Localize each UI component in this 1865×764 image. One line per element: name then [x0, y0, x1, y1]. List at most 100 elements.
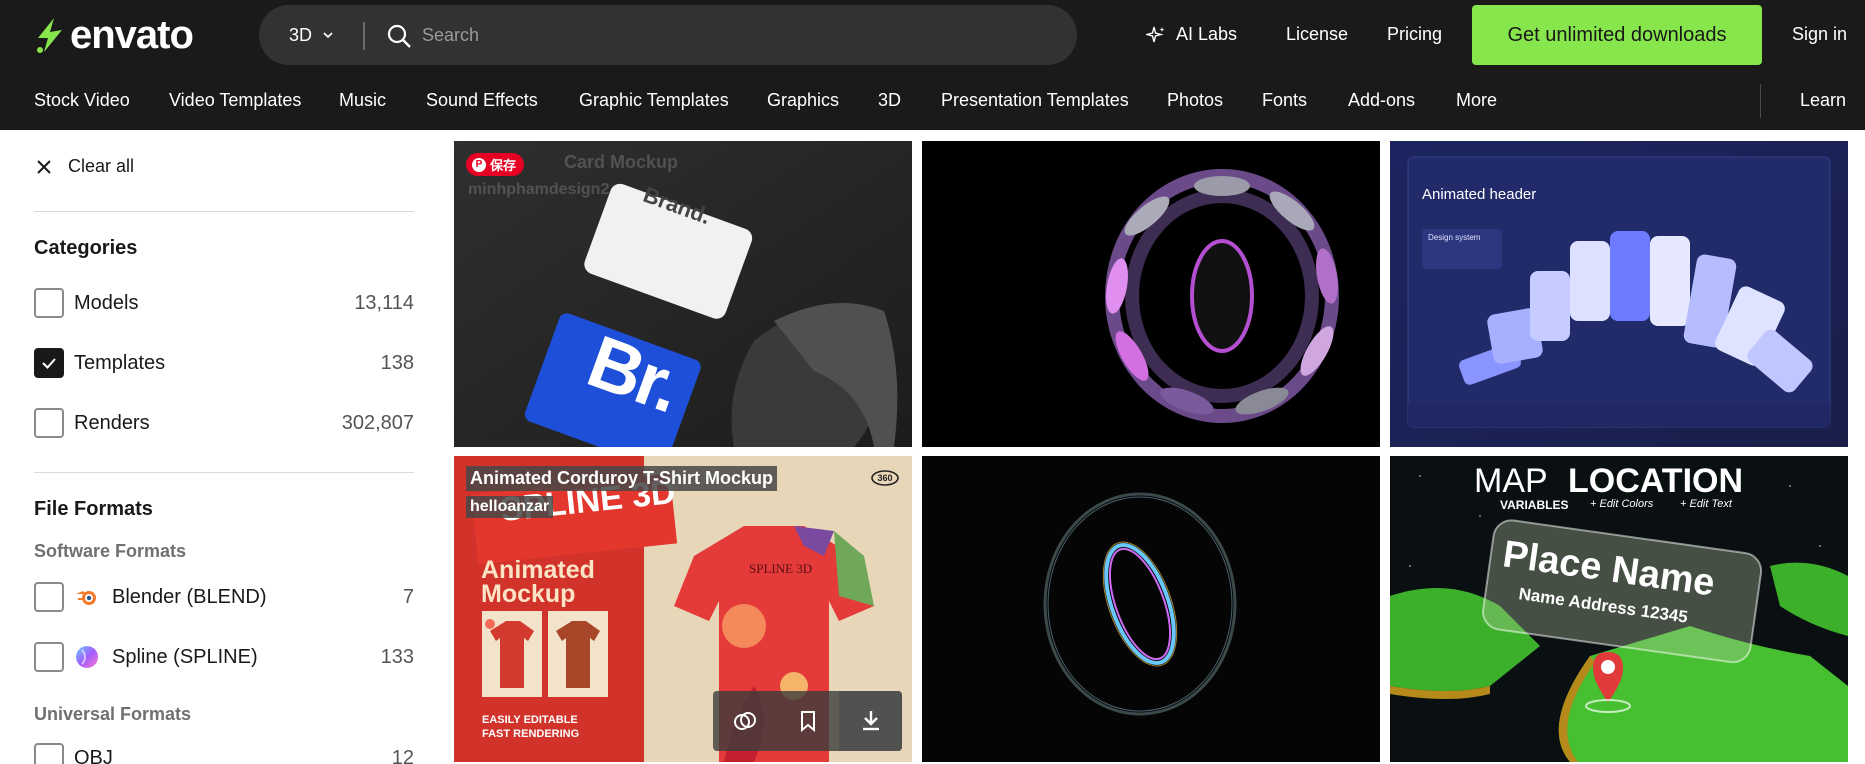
filter-count: 13,114: [354, 291, 414, 314]
pinterest-save-button[interactable]: P 保存: [466, 153, 525, 176]
download-icon: [862, 711, 879, 731]
filter-count: 302,807: [341, 411, 414, 434]
asset-card-business-card[interactable]: Card Mockup minhphamdesign2 Brand. Br. P…: [454, 141, 912, 447]
card-art-subtext: Design system: [1428, 233, 1481, 242]
card-actions: [713, 691, 902, 751]
ai-labs-link[interactable]: AI Labs: [1146, 24, 1237, 45]
bookmark-button[interactable]: [776, 691, 839, 751]
nav-learn[interactable]: Learn: [1800, 90, 1846, 111]
nav-fonts[interactable]: Fonts: [1262, 90, 1307, 111]
filter-label: Models: [74, 291, 139, 314]
nav-more[interactable]: More: [1456, 90, 1497, 111]
filter-count: 133: [380, 645, 414, 668]
nav-3d[interactable]: 3D: [878, 90, 901, 111]
filter-spline[interactable]: Spline (SPLINE) 133: [34, 641, 414, 673]
envato-leaf-icon: [37, 18, 62, 53]
nav-presentation-templates[interactable]: Presentation Templates: [941, 90, 1129, 111]
bookmark-icon: [800, 711, 815, 733]
nav-photos[interactable]: Photos: [1167, 90, 1223, 111]
categories-heading: Categories: [34, 237, 138, 259]
search-input[interactable]: [422, 19, 1042, 51]
file-formats-heading: File Formats: [34, 498, 153, 520]
ai-labs-label: AI Labs: [1176, 24, 1238, 44]
card-art-heading: LOCATION: [1568, 462, 1744, 500]
card-art-text: Mockup: [481, 580, 576, 608]
search-category-select[interactable]: 3D: [289, 5, 334, 65]
asset-card-animated-header[interactable]: Animated header Design system: [1390, 141, 1848, 447]
divider: [34, 211, 414, 212]
filter-label: Blender (BLEND): [74, 584, 403, 610]
filter-count: 7: [402, 585, 414, 608]
nav-graphics[interactable]: Graphics: [767, 90, 839, 111]
card-art-subtext: + Edit Colors: [1590, 498, 1654, 510]
brand-name: envato: [70, 13, 194, 57]
blender-icon: [76, 591, 96, 605]
clear-all-button[interactable]: Clear all: [34, 156, 134, 177]
universal-formats-heading: Universal Formats: [34, 704, 192, 724]
card-art-text: SPLINE 3D: [749, 561, 813, 576]
category-nav: Stock Video Video Templates Music Sound …: [0, 76, 1865, 130]
card-title[interactable]: Animated Corduroy T-Shirt Mockup: [466, 466, 778, 491]
top-bar: envato 3D AI Labs License Pricing Get un…: [0, 0, 1865, 76]
asset-card-torus[interactable]: [922, 141, 1380, 447]
card-preview-image: [922, 456, 1380, 762]
checkbox-models[interactable]: [34, 288, 64, 318]
filter-blender[interactable]: Blender (BLEND) 7: [34, 581, 414, 613]
nav-graphic-templates[interactable]: Graphic Templates: [579, 90, 729, 111]
get-unlimited-downloads-button[interactable]: Get unlimited downloads: [1472, 5, 1762, 65]
asset-card-glass-ring[interactable]: [922, 456, 1380, 762]
download-button[interactable]: [839, 691, 902, 751]
svg-text:360: 360: [877, 473, 892, 483]
filter-label: Renders: [74, 411, 150, 434]
filter-obj[interactable]: OBJ 12: [34, 742, 414, 764]
filter-templates[interactable]: Templates 138: [34, 347, 414, 379]
nav-video-templates[interactable]: Video Templates: [169, 90, 301, 111]
filter-label: OBJ: [74, 746, 113, 764]
search-icon[interactable]: [386, 23, 412, 49]
card-ghost-title: Card Mockup: [564, 152, 679, 172]
similar-items-button[interactable]: [713, 691, 776, 751]
card-art-heading: Animated header: [1422, 186, 1537, 203]
close-icon: [37, 159, 51, 174]
card-art-text: FAST RENDERING: [482, 728, 580, 740]
checkbox-renders[interactable]: [34, 408, 64, 438]
card-preview-image: [922, 141, 1380, 447]
asset-card-tshirt-mockup[interactable]: SPLINE 3D Animated Mockup EASILY EDITABL…: [454, 456, 912, 762]
nav-stock-video[interactable]: Stock Video: [34, 90, 130, 111]
asset-card-map-location[interactable]: MAP LOCATION VARIABLES + Edit Colors + E…: [1390, 456, 1848, 762]
spline-icon: [76, 646, 98, 668]
sparkle-icon: [1146, 26, 1165, 42]
card-art-heading: MAP: [1474, 462, 1548, 500]
checkbox-spline[interactable]: [34, 642, 64, 672]
check-icon: [42, 358, 56, 369]
checkbox-templates[interactable]: [34, 348, 64, 378]
nav-add-ons[interactable]: Add-ons: [1348, 90, 1415, 111]
checkbox-blender[interactable]: [34, 582, 64, 612]
envato-logo[interactable]: envato: [32, 13, 194, 57]
card-ghost-author: minhphamdesign2: [468, 181, 610, 198]
card-art-subtext: VARIABLES: [1500, 498, 1569, 512]
clear-all-label: Clear all: [68, 156, 135, 176]
card-art-text: EASILY EDITABLE: [482, 714, 578, 726]
software-formats-heading: Software Formats: [34, 541, 187, 561]
pricing-link[interactable]: Pricing: [1387, 24, 1442, 45]
filter-sidebar: Clear all Categories Models 13,114 Templ…: [0, 130, 440, 764]
pinterest-save-label: 保存: [490, 158, 517, 173]
nav-divider: [1760, 84, 1761, 118]
rotate-360-icon: 360: [871, 470, 899, 486]
card-author[interactable]: helloanzar: [466, 496, 554, 518]
divider: [34, 472, 414, 473]
search-category-value: 3D: [289, 24, 313, 45]
search-bar: 3D: [259, 5, 1077, 65]
nav-sound-effects[interactable]: Sound Effects: [426, 90, 538, 111]
sign-in-link[interactable]: Sign in: [1792, 24, 1847, 45]
chevron-down-icon: [323, 32, 333, 39]
filter-label-text: Spline (SPLINE): [112, 645, 258, 668]
license-link[interactable]: License: [1286, 24, 1348, 45]
filter-label: Spline (SPLINE): [74, 644, 381, 670]
filter-renders[interactable]: Renders 302,807: [34, 407, 414, 439]
checkbox-obj[interactable]: [34, 743, 64, 764]
nav-music[interactable]: Music: [339, 90, 386, 111]
similar-icon: [733, 712, 756, 730]
filter-models[interactable]: Models 13,114: [34, 287, 414, 319]
